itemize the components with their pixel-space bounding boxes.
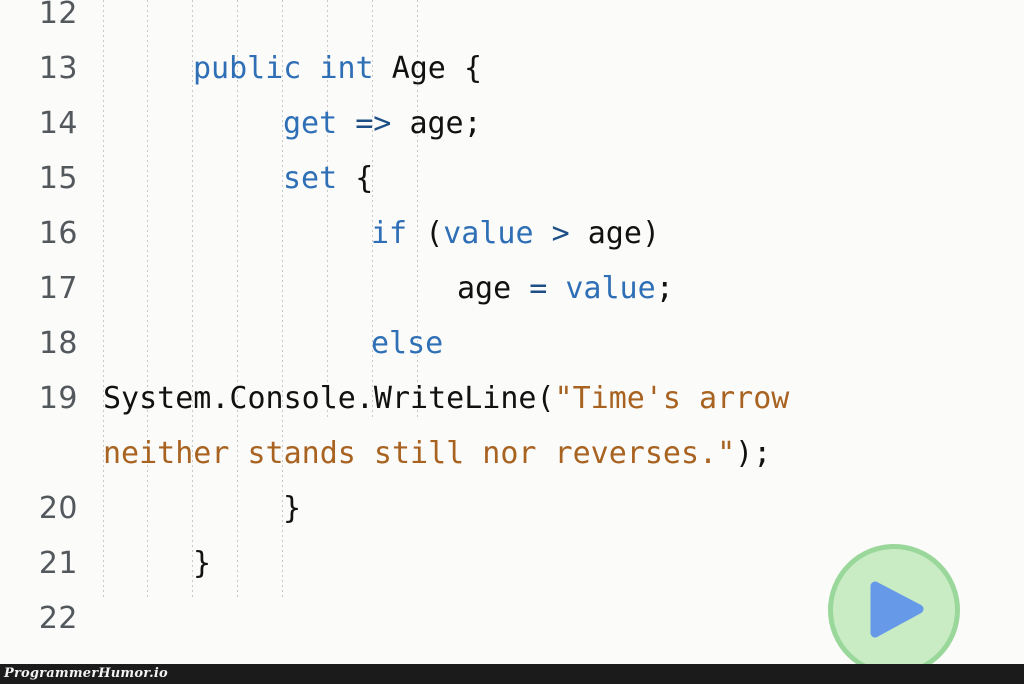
line-number: 19 xyxy=(38,381,78,416)
token-punctuation: ( xyxy=(425,216,444,251)
code-line[interactable]: 14 get => age; xyxy=(0,96,1024,151)
play-icon xyxy=(870,581,924,638)
token-keyword: value xyxy=(565,271,656,306)
token-keyword: value xyxy=(443,216,534,251)
token-keyword: if xyxy=(371,216,408,251)
token-identifier: age xyxy=(409,106,464,141)
token-operator: > xyxy=(551,216,570,251)
line-content: age = value; xyxy=(457,261,674,316)
code-line[interactable]: 12 xyxy=(0,0,1024,41)
line-content: else xyxy=(371,316,443,371)
token-punctuation: { xyxy=(355,161,374,196)
watermark-bar: ProgrammerHumor.io xyxy=(0,664,1024,684)
code-line[interactable]: 17 age = value; xyxy=(0,261,1024,316)
line-number: 15 xyxy=(38,161,78,196)
token-punctuation: } xyxy=(193,546,212,581)
token-punctuation: } xyxy=(283,491,302,526)
token-string: "Time's arrow xyxy=(554,381,790,416)
token-punctuation: { xyxy=(463,51,482,86)
line-number: 13 xyxy=(38,51,78,86)
line-content: get => age; xyxy=(283,96,482,151)
line-number: 21 xyxy=(38,546,78,581)
token-identifier: age xyxy=(457,271,512,306)
token-keyword: else xyxy=(371,326,444,361)
token-keyword: public xyxy=(193,51,302,86)
code-line[interactable]: 19 System.Console.WriteLine("Time's arrow xyxy=(0,371,1024,426)
run-button[interactable] xyxy=(828,544,960,676)
code-line[interactable]: 20} xyxy=(0,481,1024,536)
token-operator: = xyxy=(529,271,548,306)
line-number: 12 xyxy=(38,0,78,31)
token-punctuation: ( xyxy=(536,381,555,416)
screenshot-root: 12 13 public int Age {14 get => age; 15 set {… xyxy=(0,0,1024,684)
line-number: 14 xyxy=(38,106,78,141)
token-punctuation: ; xyxy=(655,271,674,306)
code-line[interactable]: 18 else xyxy=(0,316,1024,371)
line-number: 16 xyxy=(38,216,78,251)
line-number: 20 xyxy=(38,491,78,526)
watermark-text: ProgrammerHumor.io xyxy=(4,666,168,681)
line-content: } xyxy=(283,481,301,536)
token-keyword: set xyxy=(283,161,338,196)
code-line[interactable]: 13 public int Age { xyxy=(0,41,1024,96)
token-identifier: Age xyxy=(391,51,446,86)
token-identifier: System.Console.WriteLine xyxy=(103,381,537,416)
line-number: 17 xyxy=(38,271,78,306)
token-keyword: get xyxy=(283,106,338,141)
code-line[interactable]: 16 if (value > age) xyxy=(0,206,1024,261)
token-string: neither stands still nor reverses." xyxy=(103,436,736,471)
token-keyword: int xyxy=(319,51,374,86)
token-identifier: age xyxy=(587,216,642,251)
token-punctuation: ); xyxy=(735,436,772,471)
line-number: 18 xyxy=(38,326,78,361)
line-content: System.Console.WriteLine("Time's arrow xyxy=(103,371,789,426)
line-content: set { xyxy=(283,151,373,206)
token-punctuation: ) xyxy=(641,216,660,251)
line-number: 22 xyxy=(38,601,78,636)
token-punctuation: ; xyxy=(463,106,482,141)
line-content: neither stands still nor reverses."); xyxy=(103,426,771,481)
code-line[interactable]: neither stands still nor reverses."); xyxy=(0,426,1024,481)
token-operator: => xyxy=(355,106,392,141)
line-content: public int Age { xyxy=(193,41,482,96)
line-content: } xyxy=(193,536,211,591)
line-content: if (value > age) xyxy=(371,206,660,261)
code-line[interactable]: 15 set { xyxy=(0,151,1024,206)
